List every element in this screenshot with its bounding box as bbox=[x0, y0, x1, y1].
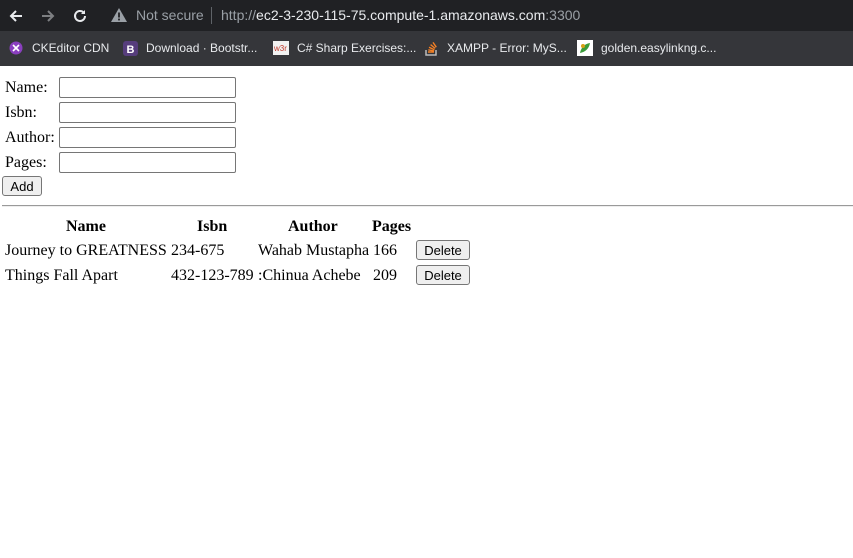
browser-toolbar: Not secure http://ec2-3-230-115-75.compu… bbox=[0, 0, 853, 31]
bookmark-label: XAMPP - Error: MyS... bbox=[447, 41, 567, 55]
arrow-left-icon bbox=[9, 10, 22, 22]
forward-button[interactable] bbox=[36, 4, 60, 28]
bookmark-csharp[interactable]: w3r C# Sharp Exercises:... bbox=[273, 39, 416, 57]
bookmarks-bar: CKEditor CDN B Download · Bootstr... w3r… bbox=[0, 31, 853, 66]
column-header-isbn: Isbn bbox=[197, 218, 228, 235]
bookmark-ckeditor[interactable]: CKEditor CDN bbox=[8, 39, 109, 57]
name-label: Name: bbox=[5, 79, 48, 96]
cell-name: Things Fall Apart bbox=[5, 267, 118, 284]
cell-name: Journey to GREATNESS bbox=[5, 242, 167, 259]
back-button[interactable] bbox=[4, 4, 28, 28]
address-bar[interactable]: Not secure http://ec2-3-230-115-75.compu… bbox=[104, 0, 853, 31]
column-header-author: Author bbox=[288, 218, 338, 235]
bookmark-label: Download · Bootstr... bbox=[146, 41, 258, 55]
bookmark-label: golden.easylinkng.c... bbox=[601, 41, 717, 55]
pages-input[interactable] bbox=[59, 152, 236, 173]
security-label[interactable]: Not secure bbox=[136, 7, 204, 23]
column-header-pages: Pages bbox=[372, 218, 412, 235]
bootstrap-icon: B bbox=[122, 40, 138, 56]
cell-pages: 209 bbox=[373, 267, 397, 284]
cell-isbn: 432-123-789 bbox=[171, 267, 254, 284]
isbn-input[interactable] bbox=[59, 102, 236, 123]
svg-text:B: B bbox=[126, 44, 134, 56]
omnibox-separator bbox=[211, 7, 212, 24]
url-text[interactable]: http://ec2-3-230-115-75.compute-1.amazon… bbox=[221, 7, 580, 23]
cell-author: :Chinua Achebe bbox=[258, 267, 361, 284]
pages-label: Pages: bbox=[5, 154, 47, 171]
arrow-right-icon bbox=[42, 10, 55, 22]
url-host: ec2-3-230-115-75.compute-1.amazonaws.com bbox=[256, 7, 546, 23]
cell-author: Wahab Mustapha bbox=[258, 242, 370, 259]
svg-text:w3r: w3r bbox=[273, 44, 287, 53]
delete-button[interactable]: Delete bbox=[416, 265, 470, 285]
url-scheme: http:// bbox=[221, 7, 257, 23]
bookmark-label: CKEditor CDN bbox=[32, 41, 110, 55]
stackoverflow-icon bbox=[423, 40, 439, 56]
delete-button[interactable]: Delete bbox=[416, 240, 470, 260]
reload-icon bbox=[74, 9, 86, 22]
w3resource-icon: w3r bbox=[273, 40, 289, 56]
reload-button[interactable] bbox=[68, 4, 92, 28]
column-header-name: Name bbox=[66, 218, 106, 235]
ckeditor-icon bbox=[8, 40, 24, 56]
bookmark-bootstrap[interactable]: B Download · Bootstr... bbox=[122, 39, 257, 57]
name-input[interactable] bbox=[59, 77, 236, 98]
isbn-label: Isbn: bbox=[5, 104, 37, 121]
url-port: :3300 bbox=[545, 7, 581, 23]
cell-isbn: 234-675 bbox=[171, 242, 225, 259]
author-label: Author: bbox=[5, 129, 55, 146]
bookmark-golden[interactable]: golden.easylinkng.c... bbox=[577, 39, 716, 57]
site-icon bbox=[577, 40, 593, 56]
warning-icon[interactable] bbox=[110, 7, 128, 23]
bookmark-xampp[interactable]: XAMPP - Error: MyS... bbox=[423, 39, 567, 57]
page-content: Name: Isbn: Author: Pages: Add Name Isbn… bbox=[0, 66, 853, 558]
author-input[interactable] bbox=[59, 127, 236, 148]
add-button[interactable]: Add bbox=[2, 176, 42, 196]
cell-pages: 166 bbox=[373, 242, 397, 259]
divider bbox=[2, 205, 853, 207]
bookmark-label: C# Sharp Exercises:... bbox=[297, 41, 417, 55]
